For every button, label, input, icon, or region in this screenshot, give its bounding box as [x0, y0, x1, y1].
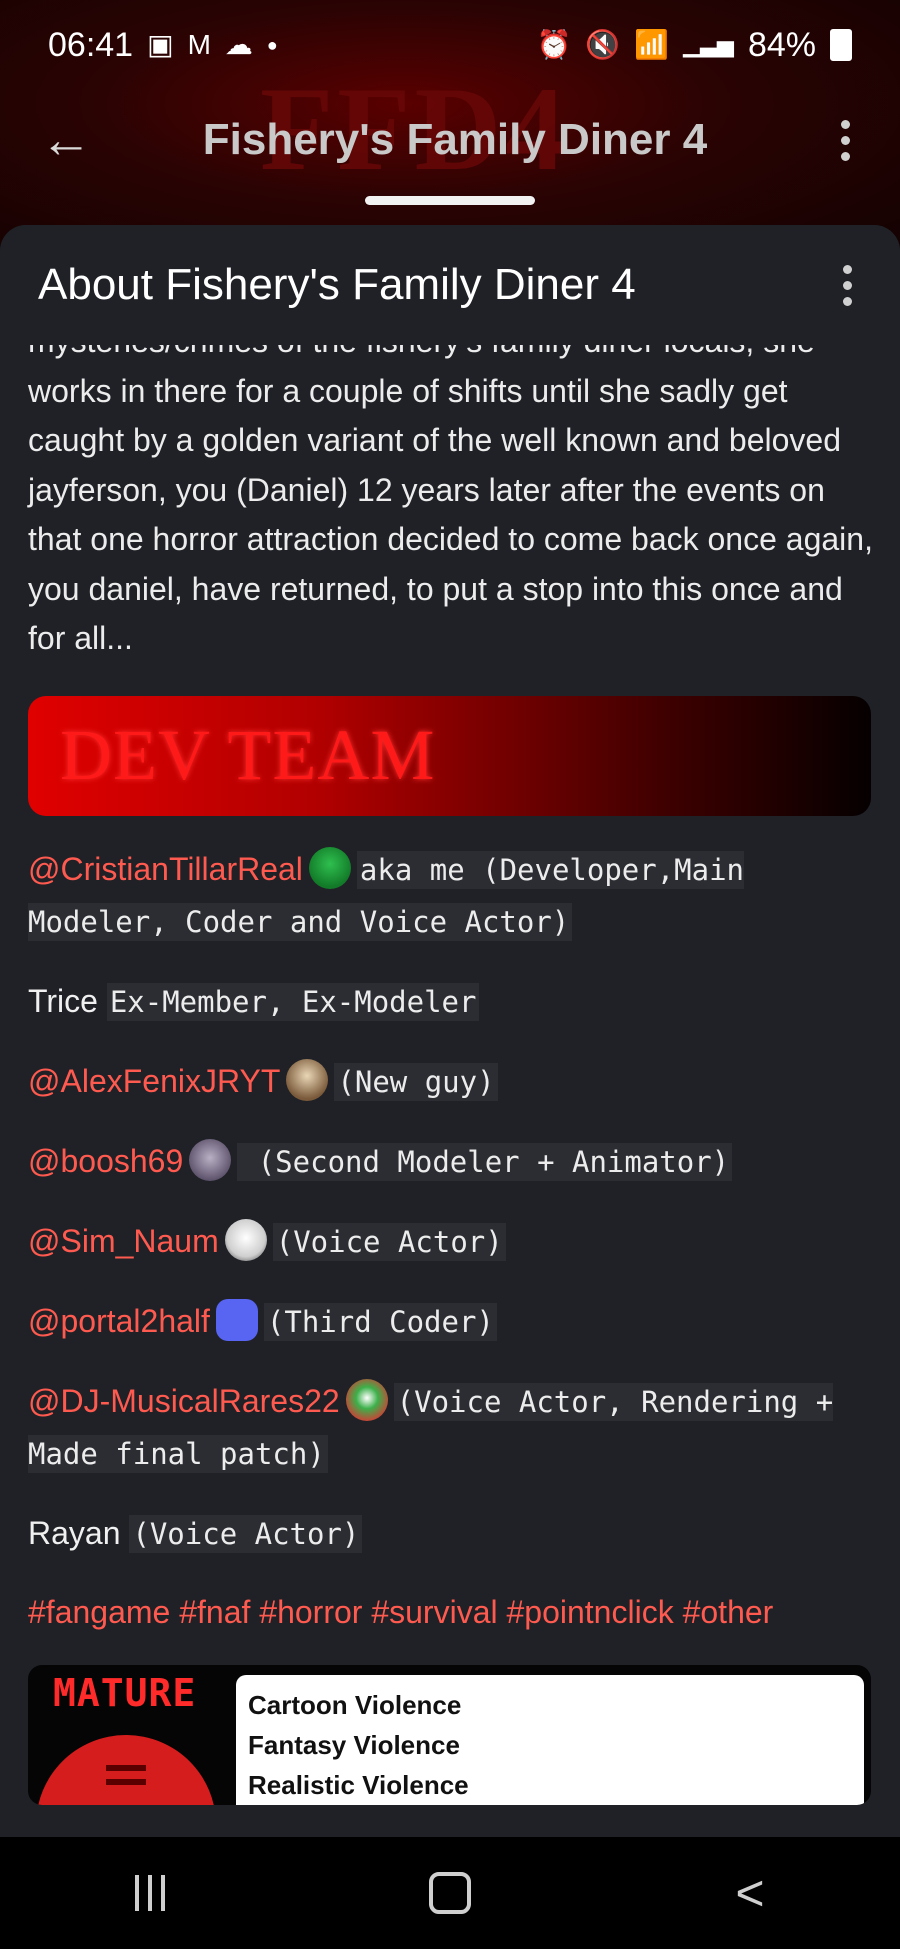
- credit-item: @portal2half (Third Coder): [28, 1296, 880, 1348]
- user-mention[interactable]: @DJ-MusicalRares22: [28, 1383, 340, 1419]
- content-rating-box: MATURE Cartoon Violence Fantasy Violence…: [28, 1664, 871, 1805]
- recents-button[interactable]: [90, 1853, 210, 1933]
- battery-percent: 84%: [747, 25, 816, 64]
- about-content: mysteries/crimes of the fishery's family…: [28, 345, 880, 1805]
- credit-item: Trice Ex-Member, Ex-Modeler: [28, 976, 880, 1028]
- system-nav-bar: <: [0, 1837, 900, 1949]
- credit-item: @boosh69 (Second Modeler + Animator): [28, 1136, 880, 1188]
- credit-role: (Third Coder): [263, 1302, 497, 1341]
- user-mention[interactable]: @AlexFenixJRYT: [28, 1063, 280, 1099]
- credit-item: @CristianTillarReal aka me (Developer,Mai…: [28, 844, 880, 948]
- member-name: Rayan: [28, 1514, 121, 1551]
- dot-icon: ●: [266, 35, 278, 55]
- sheet-more-options-icon[interactable]: [832, 264, 862, 306]
- user-avatar[interactable]: [189, 1139, 232, 1182]
- sheet-title: About Fishery's Family Diner 4: [38, 260, 636, 309]
- recents-icon: [135, 1875, 165, 1911]
- user-avatar[interactable]: [215, 1299, 258, 1342]
- battery-icon: [830, 29, 852, 61]
- sheet-drag-handle[interactable]: [365, 196, 535, 205]
- home-button[interactable]: [390, 1853, 510, 1933]
- user-mention[interactable]: @boosh69: [28, 1143, 183, 1179]
- dev-team-banner-text: DEV TEAM: [60, 714, 436, 795]
- credit-role: (Voice Actor): [272, 1222, 506, 1261]
- status-time: 06:41: [48, 25, 134, 64]
- app-title: Fishery's Family Diner 4: [202, 115, 708, 164]
- game-description: mysteries/crimes of the fishery's family…: [28, 345, 873, 656]
- gallery-icon: ▣: [147, 29, 174, 60]
- gmail-icon: M: [187, 29, 211, 60]
- hashtags[interactable]: #fangame #fnaf #horror #survival #pointn…: [28, 1588, 880, 1637]
- wifi-icon: 📶: [634, 29, 670, 60]
- more-options-icon[interactable]: [830, 119, 860, 161]
- credit-role: (Second Modeler + Animator): [237, 1142, 733, 1181]
- rating-label: MATURE: [53, 1670, 197, 1715]
- rating-descriptor: Cartoon Violence: [248, 1689, 462, 1720]
- credit-role: Ex-Member, Ex-Modeler: [106, 982, 480, 1021]
- credit-role: (Voice Actor): [129, 1514, 363, 1553]
- user-avatar[interactable]: [345, 1379, 388, 1422]
- user-mention[interactable]: @Sim_Naum: [28, 1223, 219, 1259]
- credit-item: @AlexFenixJRYT (New guy): [28, 1056, 880, 1108]
- rating-descriptor: Fantasy Violence: [248, 1729, 460, 1760]
- user-avatar[interactable]: [308, 847, 351, 890]
- about-sheet: About Fishery's Family Diner 4 mysteries…: [0, 225, 900, 1837]
- credit-item: Rayan (Voice Actor): [28, 1508, 880, 1560]
- alarm-icon: ⏰: [536, 29, 572, 60]
- home-icon: [429, 1872, 471, 1914]
- mute-icon: 🔇: [585, 29, 621, 60]
- app-bar: ← Fishery's Family Diner 4: [0, 100, 900, 180]
- rating-descriptor: Realistic Violence: [248, 1769, 469, 1800]
- status-bar: 06:41 ▣ M ☁ ● ⏰ 🔇 📶 ▁▃▅ 84%: [0, 0, 900, 90]
- user-avatar[interactable]: [286, 1059, 329, 1102]
- back-arrow-icon[interactable]: ←: [40, 110, 120, 170]
- credit-item: @Sim_Naum (Voice Actor): [28, 1216, 880, 1268]
- system-back-icon: <: [735, 1865, 765, 1921]
- status-right: ⏰ 🔇 📶 ▁▃▅ 84%: [537, 26, 852, 65]
- credit-item: @DJ-MusicalRares22 (Voice Actor, Renderin…: [28, 1376, 880, 1480]
- signal-icon: ▁▃▅: [683, 32, 734, 57]
- user-mention[interactable]: @CristianTillarReal: [28, 851, 303, 887]
- mature-rating-icon: [36, 1734, 216, 1805]
- sheet-body[interactable]: mysteries/crimes of the fishery's family…: [0, 345, 900, 1837]
- user-avatar[interactable]: [224, 1219, 267, 1262]
- system-back-button[interactable]: <: [690, 1853, 810, 1933]
- status-left: 06:41 ▣ M ☁ ●: [48, 26, 278, 65]
- rating-descriptors: Cartoon Violence Fantasy Violence Realis…: [236, 1674, 864, 1805]
- cloud-icon: ☁: [224, 29, 253, 60]
- user-mention[interactable]: @portal2half: [28, 1303, 210, 1339]
- member-name: Trice: [28, 982, 98, 1019]
- dev-team-banner: DEV TEAM: [28, 695, 871, 816]
- sheet-header: About Fishery's Family Diner 4: [0, 225, 900, 345]
- credit-role: (New guy): [334, 1062, 498, 1101]
